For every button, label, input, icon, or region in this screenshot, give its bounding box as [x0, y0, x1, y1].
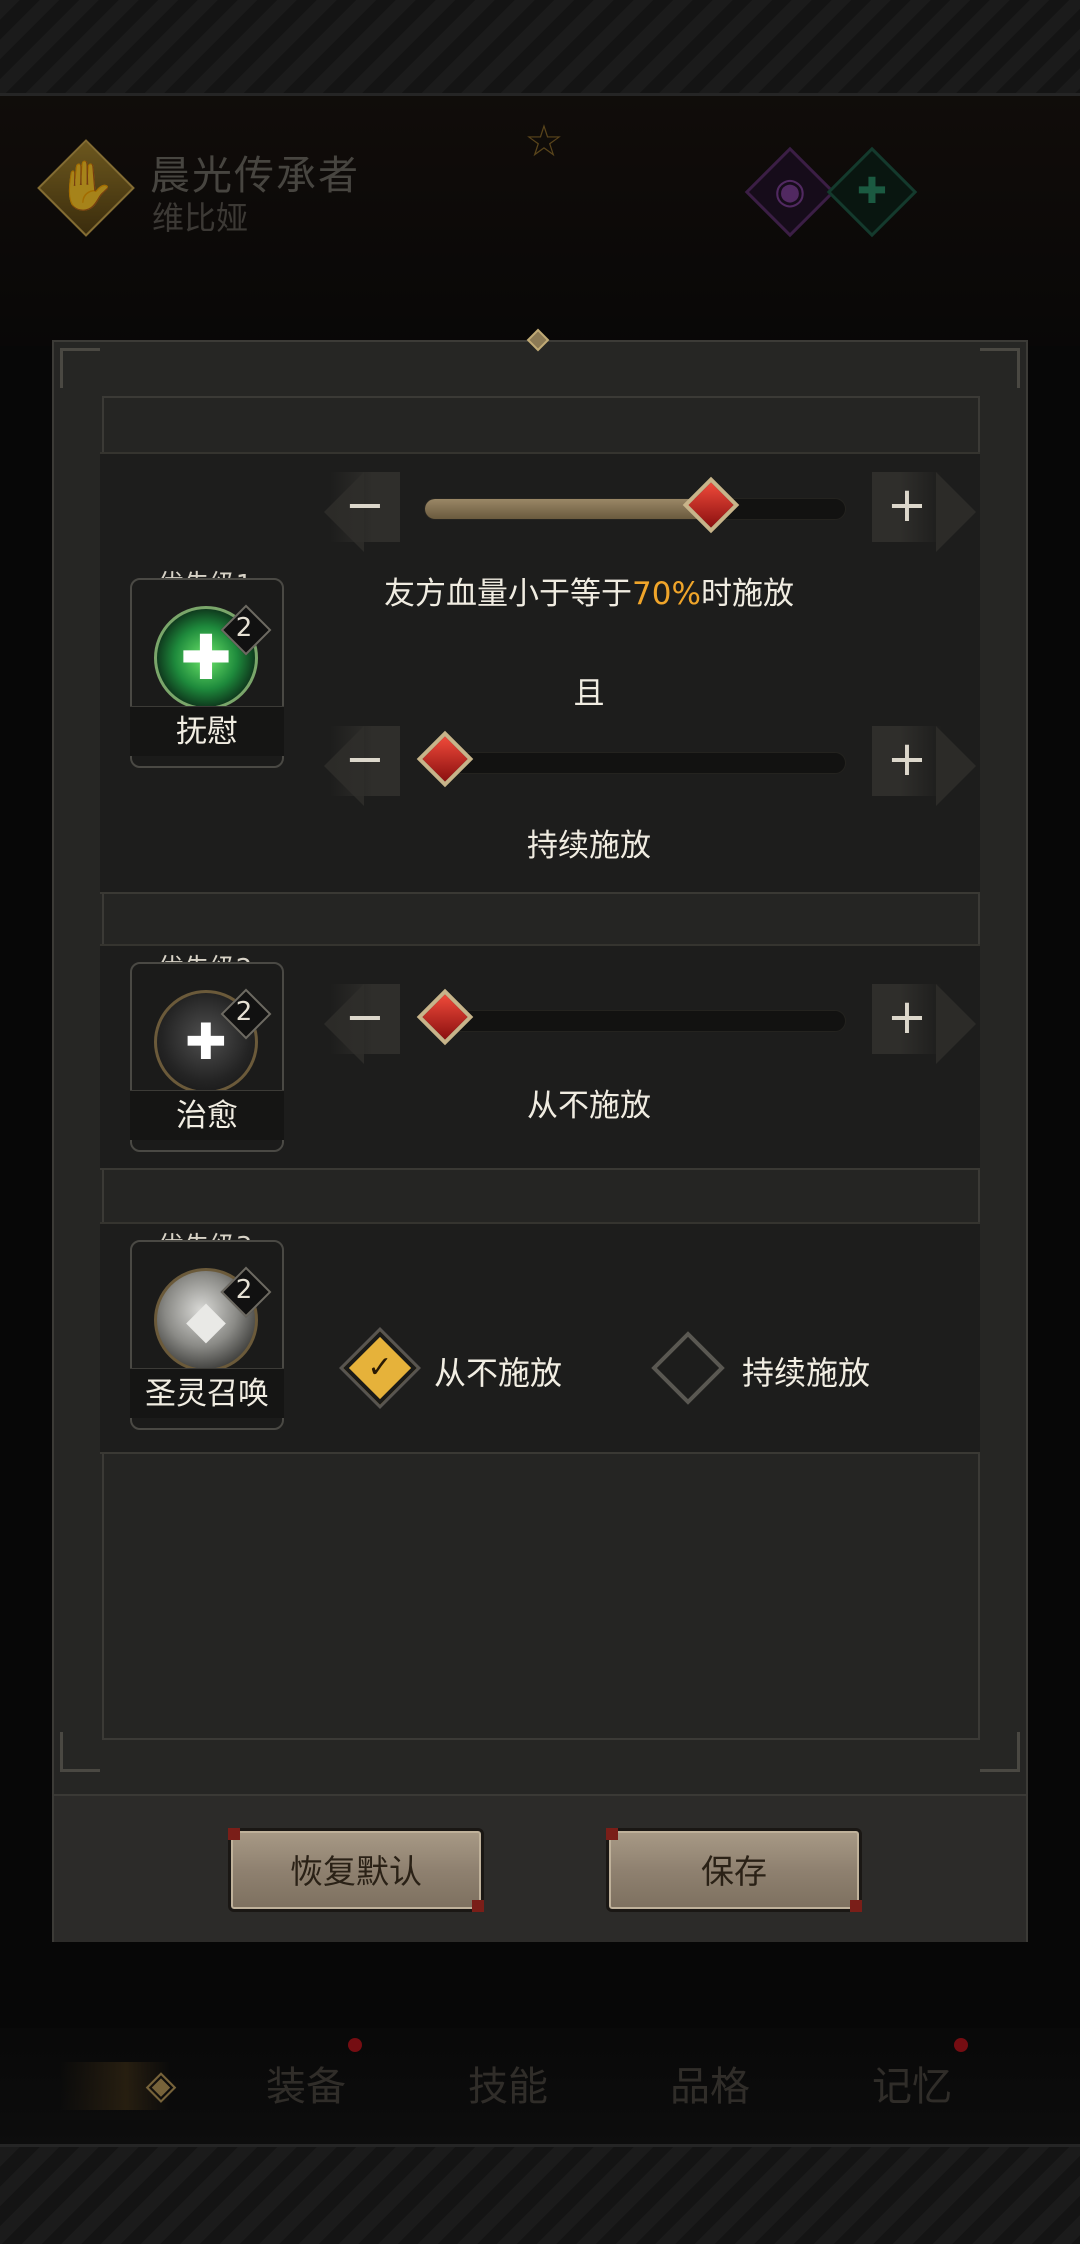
corner-ornament [980, 348, 1020, 388]
button-ornament [472, 1900, 484, 1912]
arrow-ornament [936, 726, 976, 806]
increase-button[interactable]: + [872, 472, 942, 542]
decrease-button[interactable]: − [330, 984, 400, 1054]
save-button[interactable]: 保存 [606, 1828, 862, 1912]
button-ornament [228, 1828, 240, 1840]
and-connector: 且 [573, 676, 605, 712]
skill-name: 圣灵召唤 [130, 1368, 284, 1418]
condition-text: 持续施放 [527, 828, 651, 864]
option-never-label[interactable]: 从不施放 [434, 1348, 562, 1394]
condition-value: 70% [632, 576, 701, 612]
button-ornament [606, 1828, 618, 1840]
skill-level-badge: 2 [224, 608, 264, 648]
corner-ornament [60, 348, 100, 388]
skill-name: 抚慰 [130, 706, 284, 756]
corner-ornament [60, 1732, 100, 1772]
skill-auto-cast-dialog: 优先级1 ✚ 2 抚慰 − + 友方血量小于等于70%时施放 且 − + 持续施… [52, 328, 1028, 1942]
option-always-label[interactable]: 持续施放 [742, 1348, 870, 1394]
skill-name: 治愈 [130, 1090, 284, 1140]
skill-level-value: 2 [235, 1275, 253, 1305]
decrease-button[interactable]: − [330, 472, 400, 542]
cast-condition-slider[interactable] [416, 988, 846, 1046]
increase-button[interactable]: + [872, 726, 942, 796]
corner-ornament [980, 1732, 1020, 1772]
skill-level-badge: 2 [224, 1270, 264, 1310]
hp-threshold-slider[interactable] [424, 476, 846, 534]
condition-text: 友方血量小于等于70%时施放 [274, 568, 904, 613]
skill-level-value: 2 [235, 997, 253, 1027]
increase-button[interactable]: + [872, 984, 942, 1054]
condition-text: 从不施放 [527, 1088, 651, 1124]
arrow-ornament [936, 472, 976, 552]
checkmark-icon: ✓ [367, 1350, 393, 1385]
skill-level-value: 2 [235, 613, 253, 643]
condition-suffix: 时施放 [700, 576, 794, 612]
decrease-button[interactable]: − [330, 726, 400, 796]
slider-fill [425, 499, 711, 519]
button-ornament [850, 1900, 862, 1912]
condition-prefix: 友方血量小于等于 [384, 576, 633, 612]
arrow-ornament [936, 984, 976, 1064]
skill-level-badge: 2 [224, 992, 264, 1032]
reset-default-button[interactable]: 恢复默认 [228, 1828, 484, 1912]
dialog-footer [54, 1794, 1026, 1942]
cast-condition-slider[interactable] [416, 730, 846, 788]
